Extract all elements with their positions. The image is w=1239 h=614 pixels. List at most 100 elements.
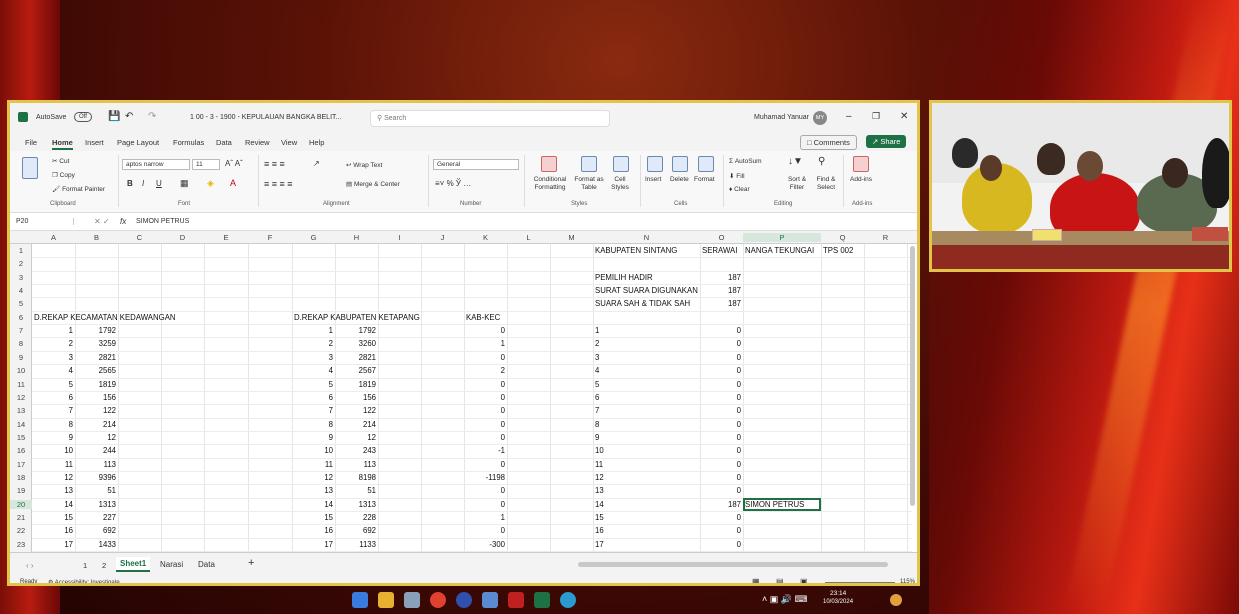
align-top-icon[interactable]: ≡ ≡ ≡ [264, 159, 285, 169]
comments-button[interactable]: □ Comments [800, 135, 857, 150]
cell-b13[interactable]: 122 [77, 404, 116, 417]
restore-icon[interactable]: ❐ [872, 111, 880, 122]
cell-a11[interactable]: 5 [34, 378, 73, 391]
row-header-cell[interactable]: 13 [10, 406, 32, 415]
cell-b7[interactable]: 1792 [77, 324, 116, 337]
cell-b23[interactable]: 1433 [77, 538, 116, 551]
cell-n22[interactable]: 16 [595, 524, 604, 537]
cell-g13[interactable]: 7 [294, 404, 333, 417]
cell-h11[interactable]: 1819 [337, 378, 376, 391]
cell-g23[interactable]: 17 [294, 538, 333, 551]
column-header-cell[interactable]: E [204, 233, 248, 242]
cell-o18[interactable]: 0 [702, 471, 741, 484]
cell-g20[interactable]: 14 [294, 498, 333, 511]
tab-data[interactable]: Data [216, 138, 232, 147]
cell-n1[interactable]: KABUPATEN SINTANG [595, 244, 677, 257]
cell-p1[interactable]: NANGA TEKUNGAI [745, 244, 814, 257]
cell-a10[interactable]: 4 [34, 364, 73, 377]
row-header-cell[interactable]: 6 [10, 313, 32, 322]
cell-g17[interactable]: 11 [294, 458, 333, 471]
undo-icon[interactable]: ↶ [125, 111, 133, 122]
windows-start-icon[interactable] [352, 592, 368, 608]
cell-a19[interactable]: 13 [34, 484, 73, 497]
cell-h19[interactable]: 51 [337, 484, 376, 497]
redo-icon[interactable]: ↷ [148, 111, 156, 122]
row-header-cell[interactable]: 21 [10, 513, 32, 522]
cell-n4[interactable]: SURAT SUARA DIGUNAKAN [595, 284, 698, 297]
find-icon[interactable]: ⚲ [818, 156, 825, 167]
format-painter-button[interactable]: 🖌 Format Painter [52, 185, 105, 193]
file-explorer-icon[interactable] [378, 592, 394, 608]
cancel-icon[interactable]: ✕ ✓ [94, 217, 110, 226]
column-header-cell[interactable]: C [118, 233, 161, 242]
autosum-button[interactable]: Σ AutoSum [729, 158, 762, 165]
column-header-cell[interactable]: D [161, 233, 204, 242]
cell-g8[interactable]: 2 [294, 337, 333, 350]
cell-g15[interactable]: 9 [294, 431, 333, 444]
conditional-formatting-icon[interactable] [541, 156, 557, 172]
page-number[interactable]: 1 [83, 561, 87, 570]
cell-o7[interactable]: 0 [702, 324, 741, 337]
cell-h7[interactable]: 1792 [337, 324, 376, 337]
italic-icon[interactable]: I [142, 179, 144, 188]
cell-k11[interactable]: 0 [466, 378, 505, 391]
cell-h15[interactable]: 12 [337, 431, 376, 444]
cell-a16[interactable]: 10 [34, 444, 73, 457]
font-color-icon[interactable]: A [230, 178, 236, 188]
cell-h18[interactable]: 8198 [337, 471, 376, 484]
cell-k16[interactable]: -1 [466, 444, 505, 457]
column-header-cell[interactable]: O [700, 233, 743, 242]
cell-n7[interactable]: 1 [595, 324, 599, 337]
vertical-scrollbar[interactable] [910, 246, 915, 506]
cell-b16[interactable]: 244 [77, 444, 116, 457]
cell-n5[interactable]: SUARA SAH & TIDAK SAH [595, 297, 690, 310]
column-header-cell[interactable]: R [864, 233, 907, 242]
sheet-tab-sheet1[interactable]: Sheet1 [116, 557, 151, 572]
cell-a14[interactable]: 8 [34, 418, 73, 431]
cell-h14[interactable]: 214 [337, 418, 376, 431]
cell-b21[interactable]: 227 [77, 511, 116, 524]
notification-icon[interactable] [890, 594, 902, 606]
row-header-cell[interactable]: 3 [10, 273, 32, 282]
wrap-text-button[interactable]: ↩ Wrap Text [346, 161, 382, 169]
clear-button[interactable]: ♦ Clear [729, 186, 750, 193]
column-header-cell[interactable]: F [248, 233, 292, 242]
cell-o4[interactable]: 187 [702, 284, 741, 297]
cell-g10[interactable]: 4 [294, 364, 333, 377]
cell-n18[interactable]: 12 [595, 471, 604, 484]
format-as-table-button[interactable]: Format as Table [571, 176, 607, 192]
grow-font-icon[interactable]: Aˆ Aˇ [225, 159, 243, 168]
cell-b12[interactable]: 156 [77, 391, 116, 404]
cell-n16[interactable]: 10 [595, 444, 604, 457]
cell-h20[interactable]: 1313 [337, 498, 376, 511]
zoom-level[interactable]: 115% [900, 579, 915, 583]
tab-review[interactable]: Review [245, 138, 270, 147]
cell-b22[interactable]: 692 [77, 524, 116, 537]
number-format-select[interactable]: General [433, 159, 519, 170]
cell-n11[interactable]: 5 [595, 378, 599, 391]
cell-h10[interactable]: 2567 [337, 364, 376, 377]
cell-h16[interactable]: 243 [337, 444, 376, 457]
cell-a23[interactable]: 17 [34, 538, 73, 551]
cell-o10[interactable]: 0 [702, 364, 741, 377]
cell-k23[interactable]: -300 [466, 538, 505, 551]
cell-a17[interactable]: 11 [34, 458, 73, 471]
cell-a9[interactable]: 3 [34, 351, 73, 364]
cell-o14[interactable]: 0 [702, 418, 741, 431]
row-header-cell[interactable]: 1 [10, 246, 32, 255]
sheet-tab-data[interactable]: Data [198, 560, 215, 569]
font-name-select[interactable]: aptos narrow [122, 159, 190, 170]
cell-k17[interactable]: 0 [466, 458, 505, 471]
save-icon[interactable]: 💾 [108, 111, 120, 122]
page-number[interactable]: 2 [102, 561, 106, 570]
cell-k7[interactable]: 0 [466, 324, 505, 337]
cell-g18[interactable]: 12 [294, 471, 333, 484]
column-header-cell[interactable]: J [421, 233, 464, 242]
normal-view-icon[interactable]: ▦ [752, 577, 760, 583]
row-header-cell[interactable]: 14 [10, 420, 32, 429]
currency-icon[interactable]: ≡˅ % Ў … [435, 179, 471, 188]
accessibility-status[interactable]: ⚙ Accessibility: Investigate [48, 579, 120, 583]
cell-o5[interactable]: 187 [702, 297, 741, 310]
cell-g21[interactable]: 15 [294, 511, 333, 524]
tab-file[interactable]: File [25, 138, 37, 147]
